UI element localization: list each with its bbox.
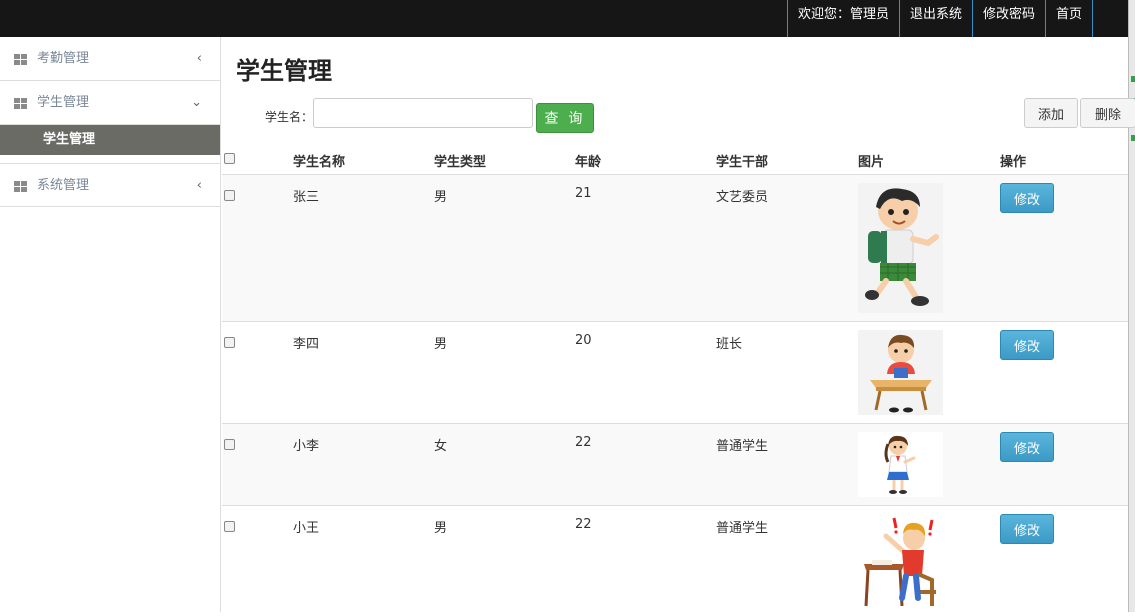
student-age: 22 [575, 435, 592, 450]
student-name: 小李 [293, 439, 320, 454]
page-title: 学生管理 [236, 57, 332, 85]
student-type: 女 [434, 439, 448, 454]
student-age: 22 [575, 517, 592, 532]
sidebar-menu-system[interactable]: 系统管理 ‹ [0, 163, 220, 207]
grid-icon [14, 181, 27, 192]
girl-student-illustration [858, 432, 943, 497]
window-scrollbar[interactable] [1128, 0, 1135, 612]
logout-link[interactable]: 退出系统 [898, 0, 972, 37]
sidebar-menu-label: 系统管理 [37, 178, 90, 193]
table-row: 李四 男 20 班长 修改 [222, 322, 1128, 424]
sidebar-menu-attendance[interactable]: 考勤管理 ‹ [0, 37, 220, 81]
grid-icon [14, 98, 27, 109]
boy-at-desk-illustration [858, 330, 943, 415]
table-row: 小王 男 22 普通学生 修改 [222, 506, 1128, 616]
select-all-checkbox[interactable] [224, 153, 235, 164]
student-picture [858, 183, 943, 313]
edit-button[interactable]: 修改 [1000, 514, 1054, 544]
column-header: 操作 [1000, 155, 1027, 170]
boy-walking-illustration [858, 183, 943, 313]
row-checkbox[interactable] [224, 190, 235, 201]
table-row: 小李 女 22 普通学生 修改 [222, 424, 1128, 506]
welcome-text: 欢迎您：管理员 [786, 0, 899, 37]
student-cadre: 班长 [716, 337, 743, 352]
delete-button[interactable]: 删除 [1080, 98, 1135, 128]
search-label: 学生名： [265, 110, 314, 124]
column-header: 学生类型 [434, 155, 487, 170]
student-name: 小王 [293, 521, 320, 536]
sidebar-item-student-management[interactable]: 学生管理 [0, 125, 220, 163]
student-name: 李四 [293, 337, 320, 352]
column-header: 学生干部 [716, 155, 769, 170]
student-age: 21 [575, 186, 592, 201]
row-checkbox[interactable] [224, 521, 235, 532]
sidebar-menu-label: 考勤管理 [37, 51, 90, 66]
home-link[interactable]: 首页 [1044, 0, 1093, 37]
change-password-link[interactable]: 修改密码 [971, 0, 1045, 37]
student-cadre: 普通学生 [716, 439, 769, 454]
add-button[interactable]: 添加 [1024, 98, 1078, 128]
column-header: 年龄 [575, 155, 602, 170]
row-checkbox[interactable] [224, 439, 235, 450]
top-bar: 欢迎您：管理员 退出系统 修改密码 首页 [0, 0, 1135, 37]
top-nav: 欢迎您：管理员 退出系统 修改密码 首页 [786, 0, 1093, 37]
student-name: 张三 [293, 190, 320, 205]
table-row: 张三 男 21 文艺委员 修改 [222, 175, 1128, 322]
edge-marker [1131, 135, 1135, 141]
row-checkbox[interactable] [224, 337, 235, 348]
student-age: 20 [575, 333, 592, 348]
edit-button[interactable]: 修改 [1000, 183, 1054, 213]
sidebar: 考勤管理 ‹ 学生管理 ⌄ 学生管理 系统管理 ‹ [0, 37, 221, 612]
chevron-down-icon: ⌄ [191, 95, 202, 110]
table-header: 学生名称 学生类型 年龄 学生干部 图片 操作 [222, 141, 1128, 175]
chevron-left-icon: ‹ [196, 178, 202, 193]
grid-icon [14, 54, 27, 65]
boy-raising-hand-illustration [858, 514, 943, 612]
student-picture [858, 514, 943, 612]
student-type: 男 [434, 190, 448, 205]
edge-marker [1131, 76, 1135, 82]
main-content: 学生管理 学生名： 查 询 添加 删除 学生名称 学生类型 年龄 学生干部 图片… [222, 37, 1135, 612]
student-picture [858, 330, 943, 415]
query-button[interactable]: 查 询 [536, 103, 594, 133]
column-header: 学生名称 [293, 155, 346, 170]
student-type: 男 [434, 521, 448, 536]
edit-button[interactable]: 修改 [1000, 432, 1054, 462]
sidebar-menu-student[interactable]: 学生管理 ⌄ [0, 81, 220, 125]
edit-button[interactable]: 修改 [1000, 330, 1054, 360]
sidebar-menu-label: 学生管理 [37, 95, 90, 110]
column-header: 图片 [858, 155, 885, 170]
student-name-search-input[interactable] [313, 98, 533, 128]
student-type: 男 [434, 337, 448, 352]
student-cadre: 普通学生 [716, 521, 769, 536]
chevron-left-icon: ‹ [196, 51, 202, 66]
student-picture [858, 432, 943, 497]
student-cadre: 文艺委员 [716, 190, 769, 205]
